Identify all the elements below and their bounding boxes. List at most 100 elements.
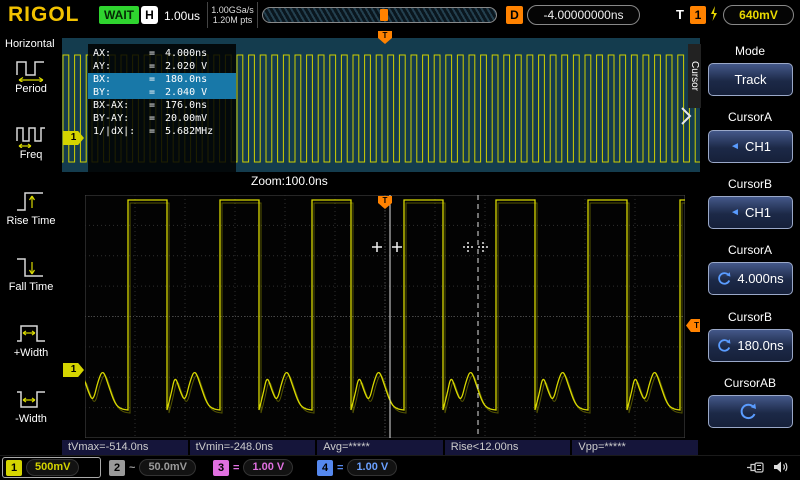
sidebar-item-label: Rise Time — [0, 215, 62, 227]
menu-tab-cursor: Cursor — [688, 44, 701, 108]
menu-item-label-cursor-a-source: CursorA — [702, 110, 798, 124]
channel-1-scale[interactable]: 500mV — [26, 459, 79, 476]
equals-sign: = — [149, 73, 165, 86]
channel-2-scale[interactable]: 50.0mV — [139, 459, 196, 476]
cursor-row-value: 2.040 V — [165, 86, 207, 99]
menu-button-value: 4.000ns — [737, 271, 783, 286]
sidebar-item-freq[interactable]: Freq — [0, 122, 62, 161]
trigger-source-badge[interactable]: 1 — [690, 6, 706, 24]
cursor-row-value: 2.020 V — [165, 60, 207, 73]
menu-item-label-cursor-b-source: CursorB — [702, 177, 798, 191]
sample-rate: 1.00GSa/s — [208, 5, 257, 15]
sidebar-item-label: -Width — [0, 413, 62, 425]
sidebar-item-fall-time[interactable]: Fall Time — [0, 254, 62, 293]
horizontal-position-bar[interactable] — [262, 7, 497, 23]
channel-2-coupling-icon: ~ — [129, 462, 135, 474]
timebase-readout[interactable]: 1.00us — [164, 9, 200, 23]
cursor-row-value: 176.0ns — [165, 99, 207, 112]
menu-button-cursor-a-pos[interactable]: 4.000ns — [708, 262, 793, 295]
sidebar-item-period[interactable]: Period — [0, 56, 62, 95]
delay-readout[interactable]: -4.00000000ns — [527, 5, 640, 25]
sidebar-item-label: +Width — [0, 347, 62, 359]
channel-1-status[interactable]: 1 500mV — [2, 457, 101, 478]
menu-button-value: CH1 — [745, 205, 771, 220]
equals-sign: = — [149, 86, 165, 99]
menu-button-cursor-ab[interactable] — [708, 395, 793, 428]
acquisition-info: 1.00GSa/s 1.20M pts — [207, 2, 258, 28]
cursor-row-by: BY: = 2.040 V — [88, 86, 236, 99]
measurement-bar: tVmax=-514.0ns tVmin=-248.0ns Avg=***** … — [62, 440, 700, 455]
rise-time-icon — [14, 188, 48, 214]
sidebar-item-label: Fall Time — [0, 281, 62, 293]
channel-3-coupling-icon: = — [233, 462, 239, 474]
cursor-row-label: AX: — [93, 47, 149, 60]
speaker-icon[interactable] — [772, 460, 790, 474]
rotate-knob-icon — [717, 271, 732, 286]
menu-button-cursor-b-source[interactable]: ◄ CH1 — [708, 196, 793, 229]
equals-sign: = — [149, 47, 165, 60]
period-icon — [14, 56, 48, 82]
equals-sign: = — [149, 99, 165, 112]
freq-icon — [14, 122, 48, 148]
run-status-badge[interactable]: WAIT — [99, 6, 139, 24]
measurement-rise: Rise<12.00ns — [445, 440, 573, 455]
channel-4-scale[interactable]: 1.00 V — [347, 459, 397, 476]
equals-sign: = — [149, 125, 165, 138]
sidebar-item-pos-width[interactable]: +Width — [0, 320, 62, 359]
plus-width-icon — [14, 320, 48, 346]
cursor-row-value: 4.000ns — [165, 47, 207, 60]
measurement-avg: Avg=***** — [317, 440, 445, 455]
cursor-row-value: 20.00mV — [165, 112, 207, 125]
cursor-row-label: AY: — [93, 60, 149, 73]
cursor-row-value: 5.682MHz — [165, 125, 213, 138]
menu-button-value: CH1 — [745, 139, 771, 154]
zoom-scale-label: Zoom:100.0ns — [251, 174, 328, 188]
sidebar-title: Horizontal — [5, 38, 55, 50]
memory-depth: 1.20M pts — [208, 15, 257, 25]
channel-3-badge[interactable]: 3 — [213, 460, 229, 476]
trigger-level-readout[interactable]: 640mV — [723, 5, 794, 25]
rotate-knob-icon — [739, 402, 758, 421]
measurement-tvmin: tVmin=-248.0ns — [190, 440, 318, 455]
channel-3-status[interactable]: 3 = 1.00 V — [210, 457, 296, 478]
cursor-row-label: BY: — [93, 86, 149, 99]
cursor-row-label: BX-AX: — [93, 99, 149, 112]
channel-2-badge[interactable]: 2 — [109, 460, 125, 476]
fall-time-icon — [14, 254, 48, 280]
trigger-t-label: T — [676, 7, 684, 22]
left-arrow-icon: ◄ — [730, 141, 740, 152]
channel-1-badge[interactable]: 1 — [6, 460, 22, 476]
sidebar-item-label: Period — [0, 83, 62, 95]
cursor-row-label: BY-AY: — [93, 112, 149, 125]
rotate-knob-icon — [717, 338, 732, 353]
trigger-slope-icon — [709, 5, 719, 23]
delay-d-icon: D — [506, 6, 523, 24]
channel-4-coupling-icon: = — [337, 462, 343, 474]
channel-2-status[interactable]: 2 ~ 50.0mV — [106, 457, 199, 478]
trigger-position-marker[interactable] — [380, 9, 388, 21]
cursor-row-value: 180.0ns — [165, 73, 207, 86]
menu-button-cursor-b-pos[interactable]: 180.0ns — [708, 329, 793, 362]
menu-item-label-cursor-a-pos: CursorA — [702, 243, 798, 257]
menu-button-value: Track — [734, 72, 766, 87]
ch1-ground-marker-zoom[interactable]: 1 — [63, 363, 84, 377]
menu-button-cursor-a-source[interactable]: ◄ CH1 — [708, 130, 793, 163]
equals-sign: = — [149, 60, 165, 73]
measurement-tvmax: tVmax=-514.0ns — [62, 440, 190, 455]
cursor-row-bx-ax: BX-AX: = 176.0ns — [88, 99, 236, 112]
channel-3-scale[interactable]: 1.00 V — [243, 459, 293, 476]
trigger-level-flag[interactable]: T — [686, 319, 700, 332]
menu-item-label-mode: Mode — [702, 44, 798, 58]
usb-icon — [746, 461, 766, 474]
channel-4-status[interactable]: 4 = 1.00 V — [314, 457, 400, 478]
channel-4-badge[interactable]: 4 — [317, 460, 333, 476]
measurement-vpp: Vpp=***** — [572, 440, 700, 455]
menu-button-mode[interactable]: Track — [708, 63, 793, 96]
sidebar-item-rise-time[interactable]: Rise Time — [0, 188, 62, 227]
brand-logo: RIGOL — [8, 3, 80, 27]
menu-button-value: 180.0ns — [737, 338, 783, 353]
sidebar-item-label: Freq — [0, 149, 62, 161]
sidebar-item-neg-width[interactable]: -Width — [0, 386, 62, 425]
zoom-waveform-display — [85, 195, 685, 438]
menu-item-label-cursor-ab: CursorAB — [702, 376, 798, 390]
